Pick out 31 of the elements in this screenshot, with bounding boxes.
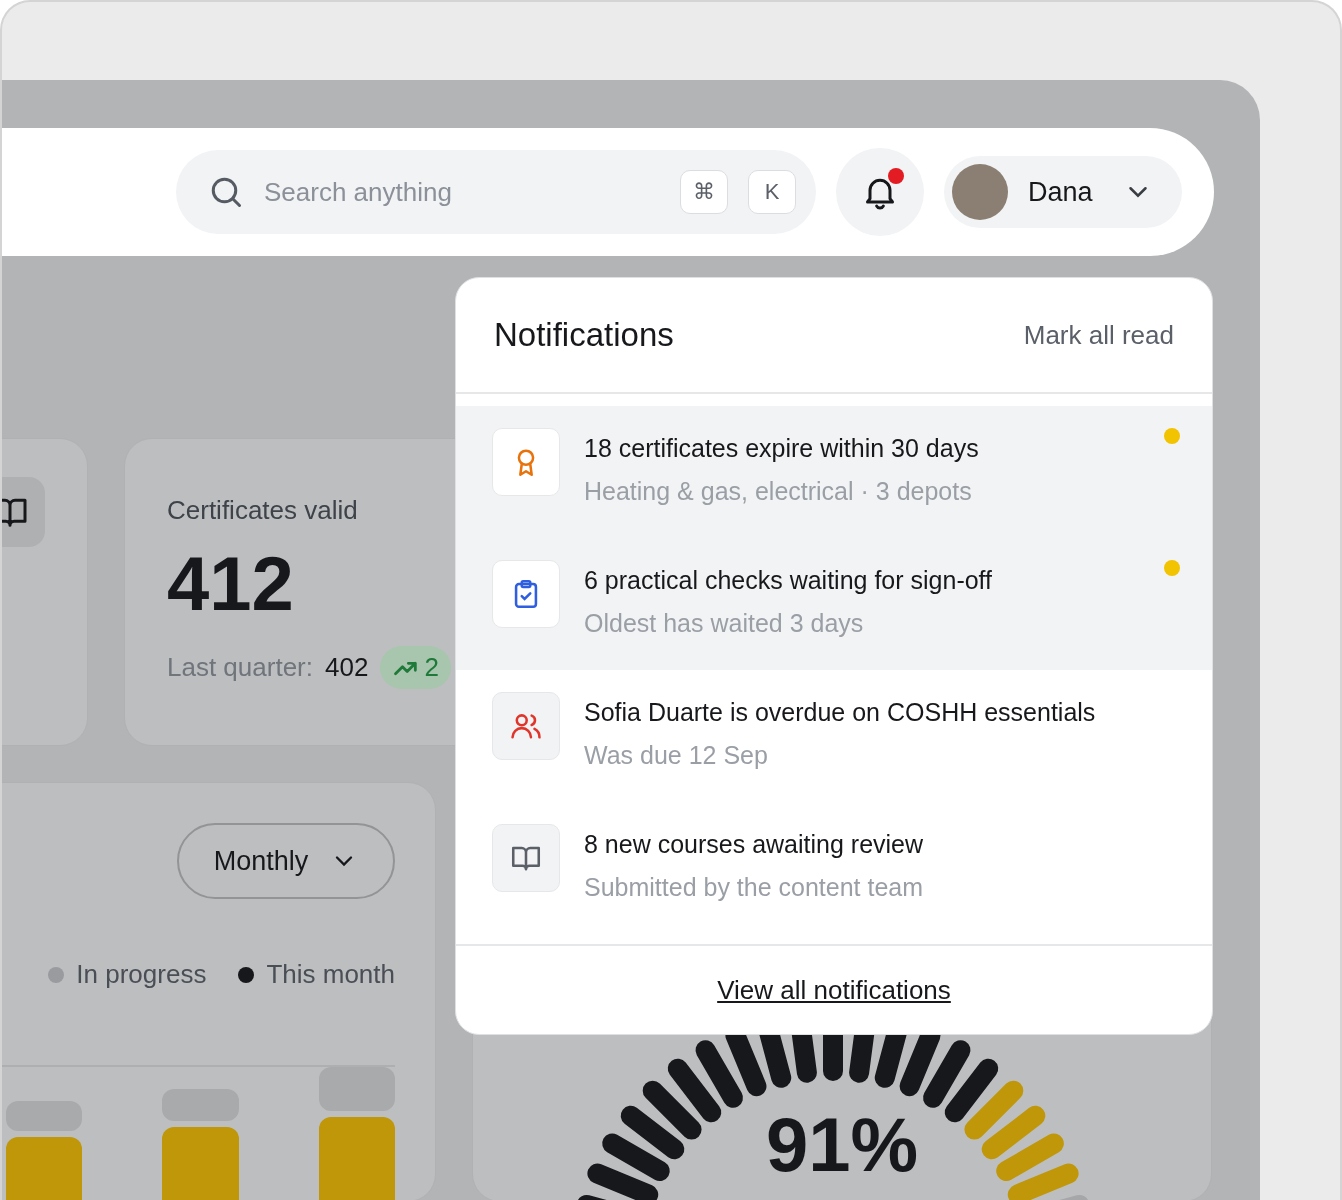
gauge-value: 91% [765,1107,919,1183]
keyboard-key: ⌘ [680,170,728,214]
notification-subtitle: Heating & gas, electrical · 3 depots [584,477,973,506]
stat-value: 412 [167,546,294,622]
notification-item[interactable]: 6 practical checks waiting for sign-off Oldest has waited 3 days [456,538,1212,670]
legend-label: This month [266,959,395,990]
comparison-label: Last quarter: [167,652,313,683]
notification-subtitle: Was due 12 Sep [584,741,769,770]
notification-item[interactable]: Sofia Duarte is overdue on COSHH essentials Was due 12 Sep [456,670,1212,802]
notification-item[interactable]: 18 certificates expire within 30 days Heating & gas, electrical · 3 depots [456,406,1212,538]
notification-subtitle: Oldest has waited 3 days [584,609,865,638]
notification-title: Sofia Duarte is overdue on COSHH essentials [584,698,1096,727]
view-all-notifications-link[interactable]: View all notifications [717,974,951,1006]
panel-title: Notifications [494,316,674,354]
mark-all-read-link[interactable]: Mark all read [1023,319,1174,351]
period-dropdown[interactable]: Monthly [177,823,395,899]
notification-item[interactable]: 8 new courses awaiting review Submitted by the content team [456,802,1212,934]
notification-subtitle: Submitted by the content team [584,873,924,902]
trend-badge: 2 [380,646,451,689]
user-menu-button[interactable]: Dana [944,156,1182,228]
comparison-value: 402 [325,652,369,683]
search-input[interactable]: Search anything [262,175,660,209]
notification-title: 18 certificates expire within 30 days [584,434,979,463]
avatar-placeholder [952,164,1008,220]
keyboard-key: K [748,170,796,214]
notification-title: 6 practical checks waiting for sign-off [584,566,993,595]
stat-label: Certificates valid [167,495,359,526]
legend-label: In progress [76,959,207,990]
unread-dot [1164,428,1180,444]
notification-title: 8 new courses awaiting review [584,830,924,859]
unread-dot [1164,560,1180,576]
